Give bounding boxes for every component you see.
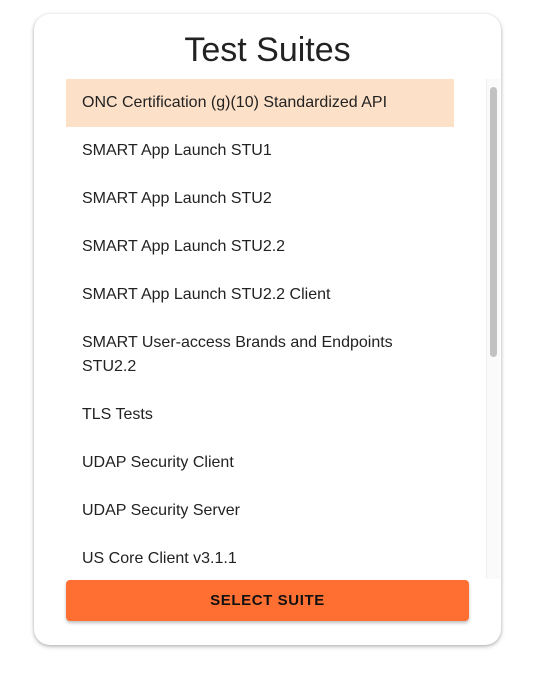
scrollbar-thumb[interactable] bbox=[490, 87, 497, 357]
suite-list-item[interactable]: SMART App Launch STU2.2 bbox=[66, 223, 454, 271]
suite-list-item[interactable]: SMART App Launch STU2.2 Client bbox=[66, 271, 454, 319]
suite-list-container: ONC Certification (g)(10) Standardized A… bbox=[66, 79, 500, 579]
test-suites-dialog: Test Suites ONC Certification (g)(10) St… bbox=[34, 14, 501, 645]
dialog-title: Test Suites bbox=[184, 31, 351, 69]
suite-list-item[interactable]: UDAP Security Client bbox=[66, 439, 454, 487]
suite-list-item[interactable]: SMART App Launch STU1 bbox=[66, 127, 454, 175]
suite-list-item[interactable]: ONC Certification (g)(10) Standardized A… bbox=[66, 79, 454, 127]
suite-list-scrollbar[interactable] bbox=[486, 79, 500, 579]
suite-list-item[interactable]: SMART App Launch STU2 bbox=[66, 175, 454, 223]
suite-list-item[interactable]: US Core Client v3.1.1 bbox=[66, 535, 454, 579]
select-suite-button[interactable]: SELECT SUITE bbox=[66, 580, 469, 621]
suite-list-item[interactable]: SMART User-access Brands and Endpoints S… bbox=[66, 319, 454, 391]
suite-list-item[interactable]: UDAP Security Server bbox=[66, 487, 454, 535]
suite-list-item[interactable]: TLS Tests bbox=[66, 391, 454, 439]
suite-list: ONC Certification (g)(10) Standardized A… bbox=[66, 79, 454, 579]
